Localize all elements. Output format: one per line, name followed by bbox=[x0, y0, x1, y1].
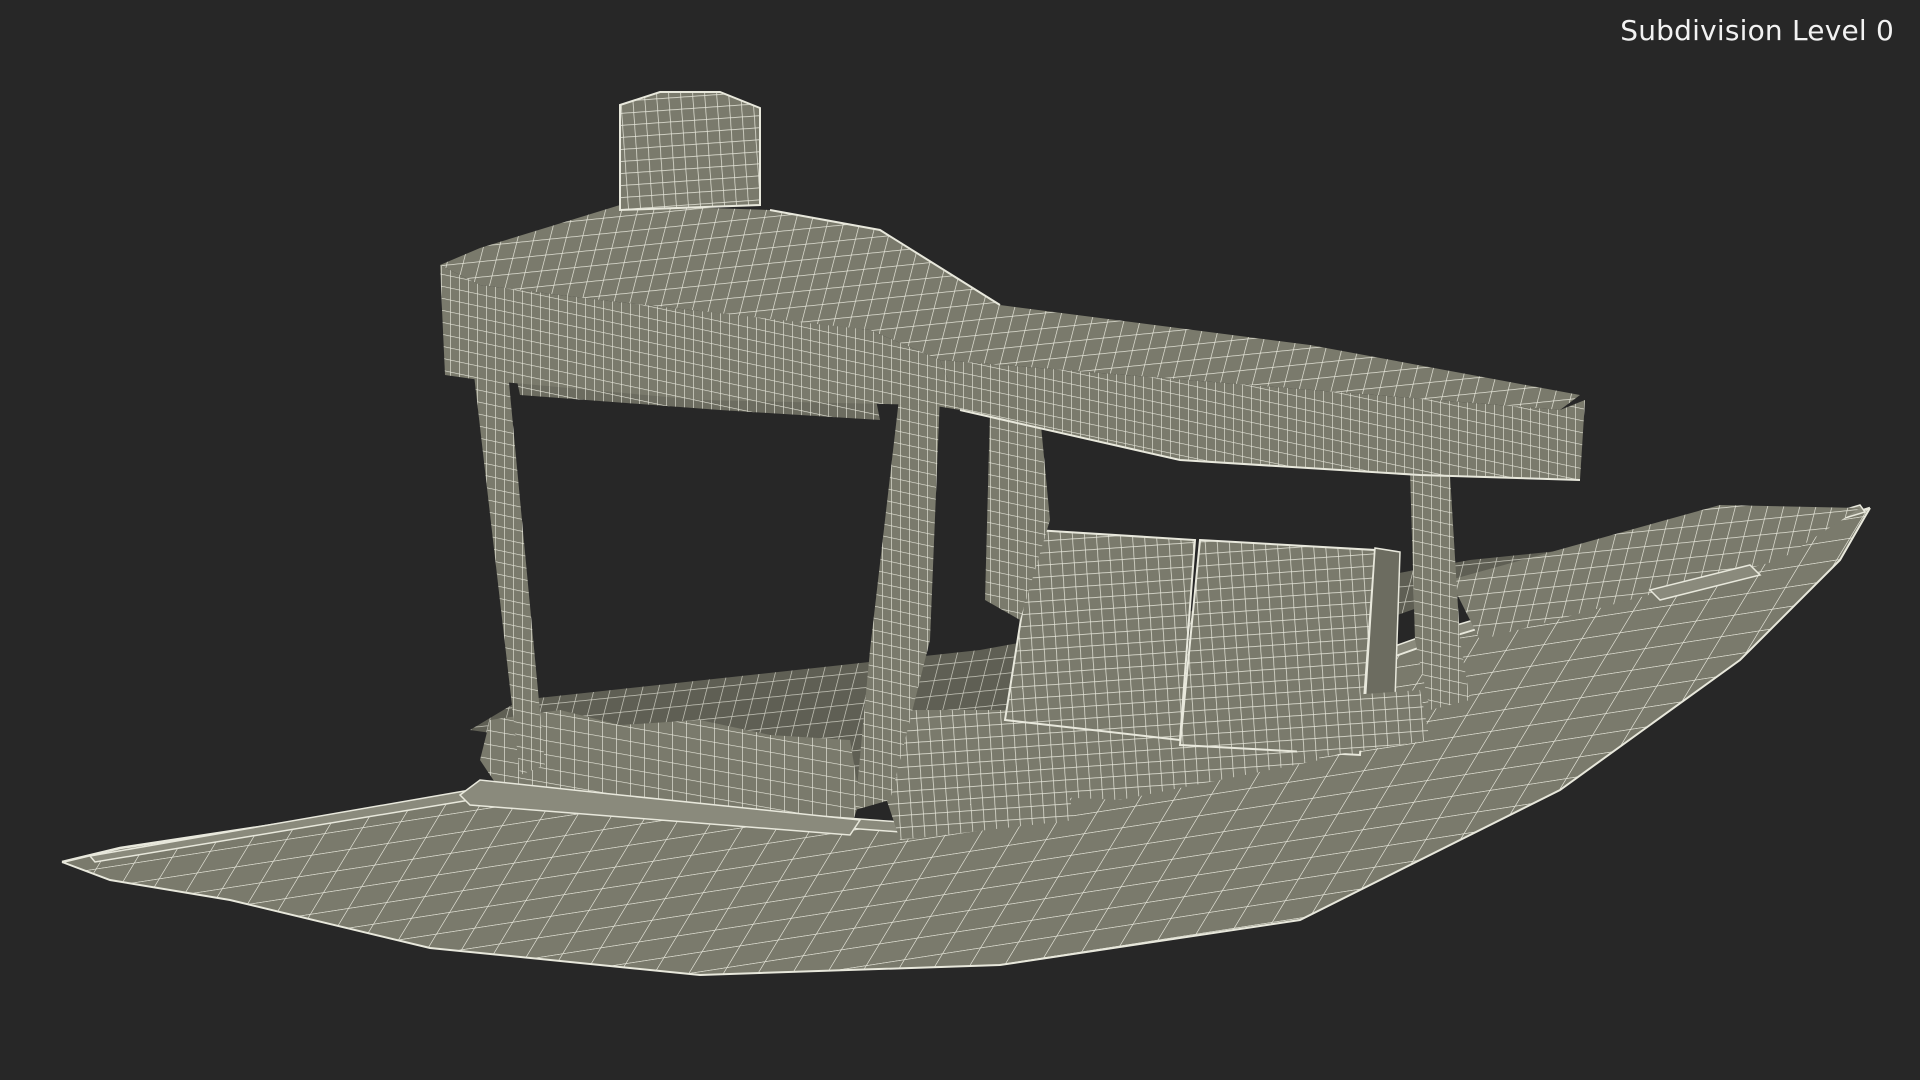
roof-crest-panel bbox=[619, 91, 761, 212]
shikara-boat-wireframe-model[interactable] bbox=[0, 0, 1920, 1080]
3d-viewport[interactable]: Subdivision Level 0 bbox=[0, 0, 1920, 1080]
